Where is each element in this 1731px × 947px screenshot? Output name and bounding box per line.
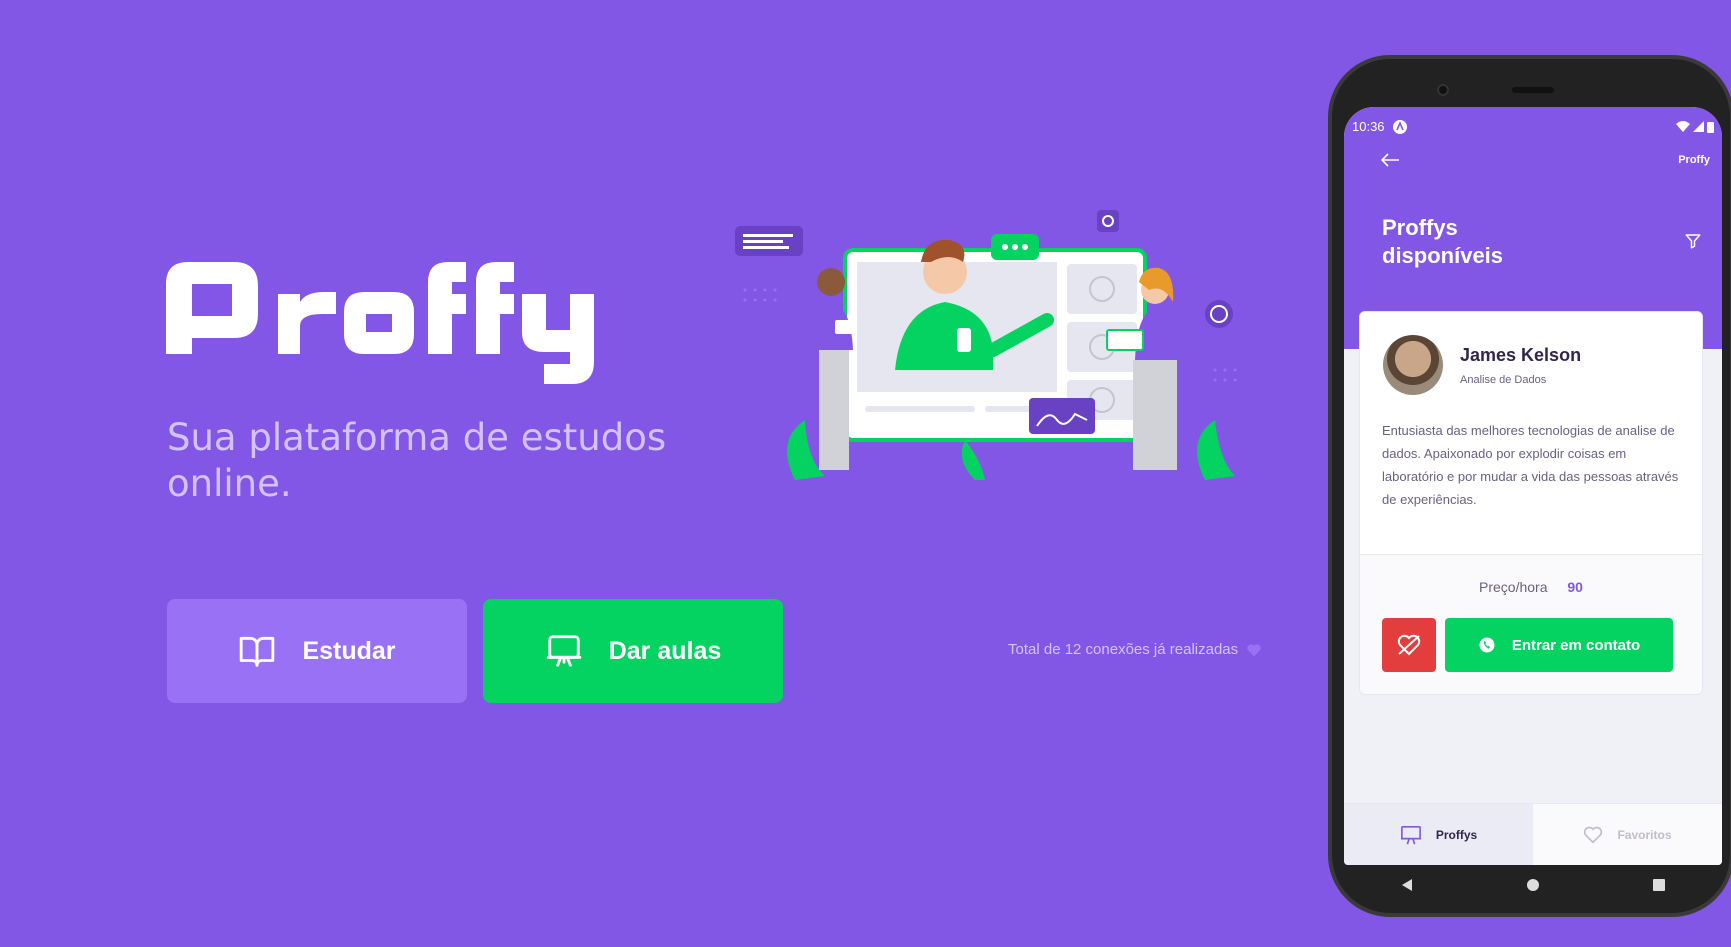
arrow-left-icon[interactable] [1380,153,1400,167]
app-topbar: Proffy [1380,153,1710,167]
filter-icon[interactable] [1684,232,1702,250]
back-nav-icon[interactable] [1400,878,1414,892]
wifi-icon [1676,121,1690,132]
phone-screen: 10:36 Proffy Proffys disponíveis James K… [1344,107,1722,865]
teacher-subject: Analise de Dados [1460,374,1547,386]
whatsapp-icon [1479,637,1495,653]
teacher-card: James Kelson Analise de Dados Entusiasta… [1359,311,1703,695]
tagline: Sua plataforma de estudos online. [167,416,667,505]
teach-button[interactable]: Dar aulas [483,599,783,703]
proffy-logo [166,262,594,384]
home-nav-icon[interactable] [1526,878,1540,892]
heart-off-icon [1397,634,1421,656]
status-time: 10:36 [1352,119,1385,134]
signal-icon [1693,121,1704,132]
tab-proffys-label: Proffys [1435,827,1478,842]
unfavorite-button[interactable] [1382,618,1436,672]
card-footer: Preço/hora 90 Entrar em contato [1360,554,1702,694]
teach-button-label: Dar aulas [608,636,722,665]
study-button[interactable]: Estudar [167,599,467,703]
phone-mockup: 10:36 Proffy Proffys disponíveis James K… [1328,55,1731,917]
tab-favoritos-label: Favoritos [1617,827,1672,842]
status-bar: 10:36 [1352,119,1714,134]
avatar [1383,335,1443,395]
page-title: Proffys disponíveis [1382,215,1504,268]
price-value: 90 [1567,579,1583,595]
price-row: Preço/hora 90 [1360,579,1702,595]
book-icon [240,636,275,667]
study-button-label: Estudar [302,636,396,665]
phone-speaker [1512,87,1554,93]
phone-camera [1437,84,1449,96]
presentation-icon [546,635,581,667]
battery-icon [1707,121,1714,133]
tab-proffys[interactable]: Proffys [1344,804,1533,865]
contact-button[interactable]: Entrar em contato [1445,618,1673,672]
hero-illustration [735,210,1255,550]
tab-bar: Proffys Favoritos [1344,803,1722,865]
android-nav-bar [1344,865,1722,905]
contact-button-label: Entrar em contato [1511,636,1641,654]
price-label: Preço/hora [1479,579,1548,595]
app-brand: Proffy [1678,154,1710,166]
connections-text: Total de 12 conexões já realizadas [1008,641,1239,658]
heart-icon [1584,826,1603,844]
tab-favoritos[interactable]: Favoritos [1533,804,1722,865]
recents-nav-icon[interactable] [1652,878,1666,892]
teacher-name: James Kelson [1460,345,1582,365]
heart-icon [1247,643,1261,656]
connections-counter: Total de 12 conexões já realizadas [1008,641,1262,658]
notification-icon [1392,119,1407,134]
screen-icon [1400,825,1421,844]
teacher-bio: Entusiasta das melhores tecnologias de a… [1382,423,1679,507]
